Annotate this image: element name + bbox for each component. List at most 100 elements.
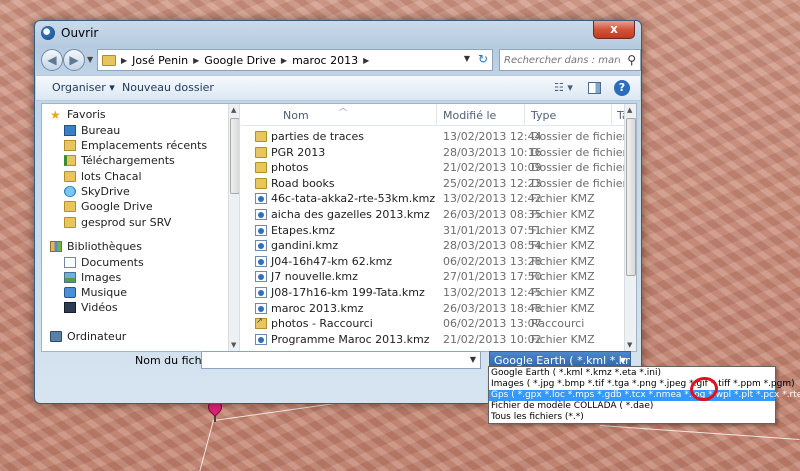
column-header-modified[interactable]: Modifié le <box>443 109 496 122</box>
search-icon[interactable]: ⚲ <box>627 53 636 67</box>
column-divider[interactable] <box>611 104 612 126</box>
nav-group-favorites[interactable]: ★ Favoris <box>50 108 106 121</box>
file-type: Fichier KMZ <box>531 239 595 253</box>
breadcrumb[interactable]: ▶ José Penin ▶ Google Drive ▶ maroc 2013… <box>97 49 493 71</box>
file-row[interactable]: photos 21/02/2013 10:09 Dossier de fichier… <box>241 160 633 175</box>
view-options-icon[interactable]: ☷ ▾ <box>554 81 573 94</box>
chevron-right-icon[interactable]: ▶ <box>121 56 127 65</box>
nav-group-label: Favoris <box>67 108 106 121</box>
search-box[interactable]: ⚲ <box>499 49 641 71</box>
file-scrollbar[interactable]: ▲ ▼ <box>624 104 636 351</box>
chevron-right-icon[interactable]: ▶ <box>193 56 199 65</box>
filetype-option[interactable]: Google Earth ( *.kml *.kmz *.eta *.ini) <box>489 368 775 379</box>
close-button[interactable]: x <box>593 21 635 39</box>
folder-icon <box>255 162 267 174</box>
file-name: maroc 2013.kmz <box>271 301 364 315</box>
file-row[interactable]: J04-16h47-km 62.kmz 06/02/2013 13:28 Fichi… <box>241 254 624 269</box>
file-row[interactable]: Programme Maroc 2013.kmz 21/02/2013 10:02… <box>241 332 624 347</box>
nav-item-lots-chacal[interactable]: lots Chacal <box>64 170 142 183</box>
nav-item-music[interactable]: Musique <box>64 286 127 299</box>
filename-combobox[interactable]: ▼ <box>201 351 481 369</box>
nav-item-videos[interactable]: Vidéos <box>64 301 118 314</box>
back-button[interactable]: ◀ <box>41 49 63 71</box>
filetype-option[interactable]: Images ( *.jpg *.bmp *.tif *.tga *.png *… <box>489 379 795 390</box>
address-row: ◀ ▶ ▼ ▶ José Penin ▶ Google Drive ▶ maro… <box>41 47 641 73</box>
file-date: 13/02/2013 12:45 <box>443 286 542 299</box>
file-row[interactable]: parties de traces 13/02/2013 12:44 Dossier… <box>241 129 633 144</box>
file-row[interactable]: gandini.kmz 28/03/2013 08:54 Fichier KMZ <box>241 238 624 253</box>
nav-item-skydrive[interactable]: SkyDrive <box>64 185 130 198</box>
folder-icon <box>255 177 267 189</box>
column-divider[interactable] <box>436 104 437 126</box>
recent-places-icon <box>64 140 76 151</box>
scroll-thumb[interactable] <box>230 118 239 194</box>
scroll-up-icon[interactable]: ▲ <box>627 106 632 114</box>
nav-item-google-drive[interactable]: Google Drive <box>64 200 153 213</box>
refresh-icon[interactable]: ↻ <box>478 52 488 66</box>
file-row[interactable]: J08-17h16-km 199-Tata.kmz 13/02/2013 12:4… <box>241 285 624 300</box>
scroll-down-icon[interactable]: ▼ <box>627 341 632 349</box>
search-input[interactable] <box>504 51 620 69</box>
filetype-option-highlighted[interactable]: Gps ( *.gpx *.loc *.mps *.gdb *.tcx *.nm… <box>489 390 800 401</box>
chevron-right-icon[interactable]: ▶ <box>281 56 287 65</box>
file-row[interactable]: maroc 2013.kmz 26/03/2013 18:48 Fichier KM… <box>241 301 624 316</box>
file-name: 46c-tata-akka2-rte-53km.kmz <box>271 192 436 206</box>
file-name: Road books <box>271 176 335 190</box>
column-header-type[interactable]: Type <box>531 109 556 122</box>
kmz-file-icon <box>255 271 267 283</box>
chevron-down-icon[interactable]: ▼ <box>470 355 476 364</box>
nav-scrollbar[interactable]: ▲ ▼ <box>228 104 239 351</box>
file-row[interactable]: aicha des gazelles 2013.kmz 26/03/2013 08… <box>241 207 624 222</box>
forward-button[interactable]: ▶ <box>63 49 85 71</box>
file-name: parties de traces <box>271 130 364 143</box>
file-type: Dossier de fichiers <box>531 176 633 190</box>
new-folder-button[interactable]: Nouveau dossier <box>122 81 214 94</box>
filename-input[interactable] <box>205 353 467 367</box>
title-bar[interactable]: Ouvrir x <box>35 21 641 45</box>
filetype-option[interactable]: Tous les fichiers (*.*) <box>489 412 775 423</box>
filetype-option[interactable]: Fichier de modèle COLLADA ( *.dae) <box>489 401 775 412</box>
nav-item-label: Bureau <box>81 124 121 137</box>
pictures-icon <box>64 272 76 283</box>
file-row[interactable]: 46c-tata-akka2-rte-53km.kmz 13/02/2013 12… <box>241 191 624 206</box>
nav-item-label: Vidéos <box>81 301 118 314</box>
nav-group-computer[interactable]: Ordinateur <box>50 330 126 343</box>
preview-pane-icon[interactable] <box>588 82 601 94</box>
breadcrumb-segment[interactable]: Google Drive <box>204 54 276 67</box>
nav-item-documents[interactable]: Documents <box>64 256 144 269</box>
nav-item-desktop[interactable]: Bureau <box>64 124 120 137</box>
file-type: Fichier KMZ <box>531 208 595 221</box>
chevron-down-icon[interactable]: ▼ <box>620 356 626 365</box>
kmz-file-icon <box>255 287 267 298</box>
breadcrumb-segment[interactable]: José Penin <box>132 54 188 67</box>
scroll-up-icon[interactable]: ▲ <box>231 106 236 114</box>
file-type: Fichier KMZ <box>531 301 595 315</box>
chevron-right-icon[interactable]: ▶ <box>363 56 369 65</box>
breadcrumb-segment[interactable]: maroc 2013 <box>292 54 358 67</box>
file-row[interactable]: J7 nouvelle.kmz 27/01/2013 17:50 Fichier K… <box>241 269 624 284</box>
file-row[interactable]: Road books 25/02/2013 12:23 Dossier de fic… <box>241 176 633 191</box>
file-row[interactable]: photos - Raccourci 06/02/2013 13:07Raccou… <box>241 316 624 331</box>
organize-button[interactable]: Organiser ▾ <box>52 81 115 94</box>
file-date: 25/02/2013 12:23 <box>443 176 542 190</box>
chevron-down-icon[interactable]: ▼ <box>464 54 470 63</box>
help-icon[interactable]: ? <box>614 80 630 96</box>
kmz-file-icon <box>255 302 267 314</box>
scroll-down-icon[interactable]: ▼ <box>231 341 236 349</box>
sort-ascending-icon: ︿ <box>339 104 347 112</box>
nav-item-downloads[interactable]: Téléchargements <box>64 154 175 167</box>
column-divider[interactable] <box>524 104 525 126</box>
column-header-name[interactable]: Nom <box>283 109 309 122</box>
nav-group-libraries[interactable]: Bibliothèques <box>50 240 142 253</box>
file-row[interactable]: Etapes.kmz 31/01/2013 07:51 Fichier KMZ <box>241 223 624 238</box>
history-dropdown-icon[interactable]: ▼ <box>87 55 93 64</box>
file-date: 21/02/2013 10:09 <box>443 161 542 175</box>
scroll-thumb[interactable] <box>626 118 636 276</box>
column-headers: ︿ Nom Modifié le Type Tail <box>241 104 635 126</box>
nav-item-images[interactable]: Images <box>64 271 121 284</box>
filetype-dropdown-list: Google Earth ( *.kml *.kmz *.eta *.ini) … <box>488 366 800 424</box>
documents-icon <box>64 257 76 268</box>
nav-item-recent[interactable]: Emplacements récents <box>64 139 207 152</box>
nav-item-gesprod[interactable]: gesprod sur SRV <box>64 216 171 229</box>
file-row[interactable]: PGR 2013 28/03/2013 10:16 Dossier de fichi… <box>241 145 633 160</box>
